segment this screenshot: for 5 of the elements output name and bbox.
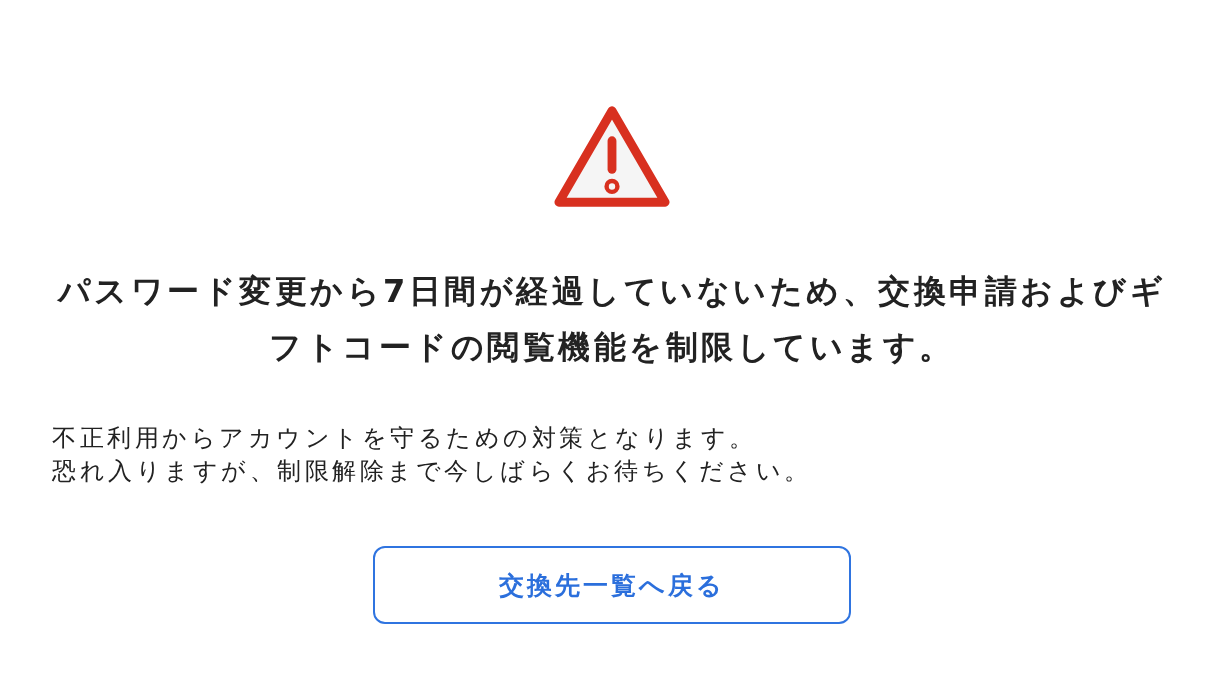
message-text: 恐れ入りますが、制限解除まで今しばらくお待ちください。 — [52, 456, 812, 487]
back-to-list-button[interactable]: 交換先一覧へ戻る — [373, 546, 851, 624]
warning-heading: パスワード変更から7日間が経過していないため、交換申請およびギフトコードの閲覧機能を制限しています。 — [56, 271, 1168, 368]
warning-icon — [553, 103, 671, 209]
message-text: 不正利用からアカウントを守るための対策となります。 — [52, 423, 757, 454]
